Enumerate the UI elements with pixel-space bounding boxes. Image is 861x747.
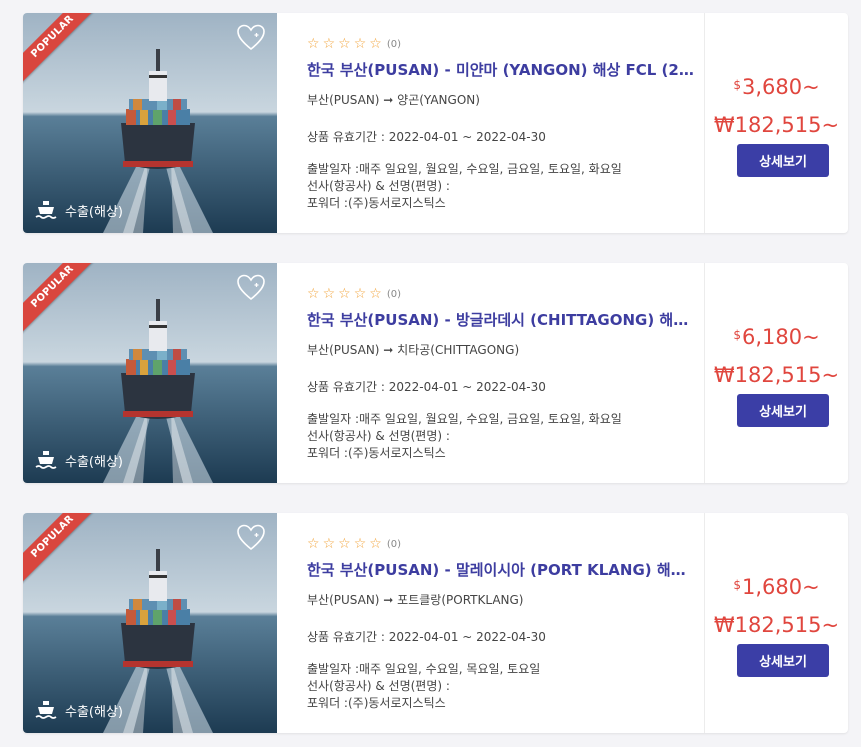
usd-symbol: $ <box>733 578 741 592</box>
carrier-info: 선사(항공사) & 선명(편명) : <box>307 679 450 693</box>
transport-type: 수출(해상) <box>35 699 123 721</box>
star-icon: ☆ <box>353 36 367 52</box>
carrier-info: 선사(항공사) & 선명(편명) : <box>307 429 450 443</box>
star-icon: ☆ <box>307 36 320 52</box>
departure-days: 출발일자 :매주 일요일, 월요일, 수요일, 금요일, 토요일, 화요일 <box>307 162 622 176</box>
listing-card: POPULAR 수출(해상) ☆ ☆ ☆ ☆ ☆ (0) 한국 부산(PUSAN… <box>23 13 848 233</box>
usd-price: $1,680~ <box>705 575 848 599</box>
heart-icon[interactable] <box>236 23 266 51</box>
usd-symbol: $ <box>733 328 741 342</box>
listing-details: 출발일자 :매주 일요일, 월요일, 수요일, 금요일, 토요일, 화요일 선사… <box>307 161 622 212</box>
listing-info: ☆ ☆ ☆ ☆ ☆ (0) 한국 부산(PUSAN) - 말레이시아 (PORT… <box>307 513 703 733</box>
star-icon: ☆ <box>338 536 351 552</box>
price-box: $1,680~ ₩182,515~ 상세보기 <box>705 513 848 733</box>
listing-details: 출발일자 :매주 일요일, 월요일, 수요일, 금요일, 토요일, 화요일 선사… <box>307 411 622 462</box>
star-icon: ☆ <box>369 36 382 52</box>
detail-button[interactable]: 상세보기 <box>737 144 829 177</box>
departure-days: 출발일자 :매주 일요일, 수요일, 목요일, 토요일 <box>307 662 541 676</box>
star-icon: ☆ <box>322 36 336 52</box>
validity-period: 상품 유효기간 : 2022-04-01 ~ 2022-04-30 <box>307 130 546 144</box>
listing-title-link[interactable]: 한국 부산(PUSAN) - 말레이시아 (PORT KLANG) 해상 FCL <box>307 559 699 580</box>
detail-button[interactable]: 상세보기 <box>737 644 829 677</box>
listing-card: POPULAR 수출(해상) ☆ ☆ ☆ ☆ ☆ (0) 한국 부산(PUSAN… <box>23 513 848 733</box>
transport-type-text: 수출(해상) <box>65 204 123 220</box>
transport-type: 수출(해상) <box>35 449 123 471</box>
departure-days: 출발일자 :매주 일요일, 월요일, 수요일, 금요일, 토요일, 화요일 <box>307 412 622 426</box>
listing-info: ☆ ☆ ☆ ☆ ☆ (0) 한국 부산(PUSAN) - 방글라데시 (CHIT… <box>307 263 703 483</box>
star-icon: ☆ <box>369 286 382 302</box>
star-icon: ☆ <box>353 286 367 302</box>
route-text: 부산(PUSAN) ➞ 치타공(CHITTAGONG) <box>307 343 520 357</box>
krw-price: ₩182,515~ <box>713 613 840 637</box>
forwarder-info: 포워더 :(주)동서로지스틱스 <box>307 696 446 710</box>
route-text: 부산(PUSAN) ➞ 양곤(YANGON) <box>307 93 480 107</box>
transport-type: 수출(해상) <box>35 199 123 221</box>
product-image[interactable]: POPULAR 수출(해상) <box>23 263 277 483</box>
rating: ☆ ☆ ☆ ☆ ☆ (0) <box>307 537 401 551</box>
star-icon: ☆ <box>322 536 336 552</box>
rating: ☆ ☆ ☆ ☆ ☆ (0) <box>307 287 401 301</box>
validity-period: 상품 유효기간 : 2022-04-01 ~ 2022-04-30 <box>307 630 546 644</box>
star-icon: ☆ <box>353 536 367 552</box>
krw-price: ₩182,515~ <box>713 113 840 137</box>
route-text: 부산(PUSAN) ➞ 포트클랑(PORTKLANG) <box>307 593 524 607</box>
carrier-info: 선사(항공사) & 선명(편명) : <box>307 179 450 193</box>
heart-icon[interactable] <box>236 273 266 301</box>
product-image[interactable]: POPULAR 수출(해상) <box>23 513 277 733</box>
ship-icon <box>35 701 57 719</box>
star-icon: ☆ <box>369 536 382 552</box>
review-count: (0) <box>386 288 401 300</box>
ship-icon <box>35 201 57 219</box>
detail-button[interactable]: 상세보기 <box>737 394 829 427</box>
forwarder-info: 포워더 :(주)동서로지스틱스 <box>307 446 446 460</box>
krw-price: ₩182,515~ <box>713 363 840 387</box>
price-box: $6,180~ ₩182,515~ 상세보기 <box>705 263 848 483</box>
star-icon: ☆ <box>338 36 351 52</box>
usd-price: $6,180~ <box>705 325 848 349</box>
forwarder-info: 포워더 :(주)동서로지스틱스 <box>307 196 446 210</box>
star-icon: ☆ <box>322 286 336 302</box>
usd-amount: 6,180~ <box>741 325 820 349</box>
star-icon: ☆ <box>338 286 351 302</box>
usd-amount: 1,680~ <box>741 575 820 599</box>
validity-period: 상품 유효기간 : 2022-04-01 ~ 2022-04-30 <box>307 380 546 394</box>
rating: ☆ ☆ ☆ ☆ ☆ (0) <box>307 37 401 51</box>
listing-title-link[interactable]: 한국 부산(PUSAN) - 미얀마 (YANGON) 해상 FCL (20ft… <box>307 59 699 80</box>
product-image[interactable]: POPULAR 수출(해상) <box>23 13 277 233</box>
listing-info: ☆ ☆ ☆ ☆ ☆ (0) 한국 부산(PUSAN) - 미얀마 (YANGON… <box>307 13 703 233</box>
price-box: $3,680~ ₩182,515~ 상세보기 <box>705 13 848 233</box>
heart-icon[interactable] <box>236 523 266 551</box>
ship-icon <box>35 451 57 469</box>
usd-amount: 3,680~ <box>741 75 820 99</box>
listing-title-link[interactable]: 한국 부산(PUSAN) - 방글라데시 (CHITTAGONG) 해상 FCL <box>307 309 699 330</box>
listing-card: POPULAR 수출(해상) ☆ ☆ ☆ ☆ ☆ (0) 한국 부산(PUSAN… <box>23 263 848 483</box>
usd-price: $3,680~ <box>705 75 848 99</box>
star-icon: ☆ <box>307 536 320 552</box>
listing-details: 출발일자 :매주 일요일, 수요일, 목요일, 토요일 선사(항공사) & 선명… <box>307 661 540 712</box>
usd-symbol: $ <box>733 78 741 92</box>
transport-type-text: 수출(해상) <box>65 704 123 720</box>
review-count: (0) <box>386 538 401 550</box>
star-icon: ☆ <box>307 286 320 302</box>
transport-type-text: 수출(해상) <box>65 454 123 470</box>
review-count: (0) <box>386 38 401 50</box>
